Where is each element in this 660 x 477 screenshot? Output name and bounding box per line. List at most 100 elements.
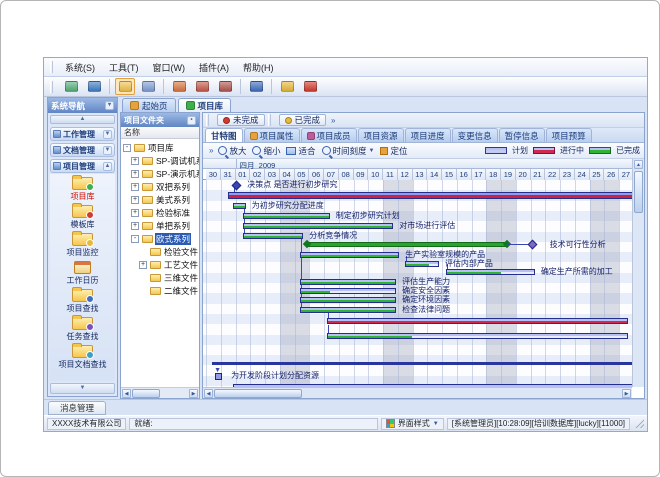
sidebar-scroll-down[interactable]: ▼ xyxy=(50,383,115,394)
mail-button[interactable] xyxy=(169,78,189,95)
gantt-bar[interactable] xyxy=(300,252,399,258)
filter-grip-handle[interactable] xyxy=(206,114,209,126)
sidebar-item[interactable]: 项目监控 xyxy=(67,233,99,258)
tab-content[interactable]: 项目属性 xyxy=(244,128,300,142)
tab-content[interactable]: 变更信息 xyxy=(452,128,498,142)
pin-icon[interactable]: • xyxy=(187,116,196,125)
tree-item[interactable]: +双把系列 xyxy=(123,180,199,193)
gantt-milestone-square[interactable] xyxy=(215,373,222,380)
scrollbar-thumb[interactable] xyxy=(132,389,160,398)
sidebar-item[interactable]: 工作日历 xyxy=(67,261,99,286)
sidebar-group-0[interactable]: 工作管理▼ xyxy=(50,127,115,141)
sidebar-item[interactable]: 任务查找 xyxy=(67,317,99,342)
gantt-bar[interactable] xyxy=(228,192,632,199)
gantt-bar[interactable] xyxy=(300,297,396,303)
sidebar-item[interactable]: 项目库 xyxy=(71,177,95,202)
tree-item[interactable]: +SP-调试机系 xyxy=(123,154,199,167)
gantt-bar[interactable] xyxy=(300,279,396,285)
menu-item[interactable]: 帮助(H) xyxy=(236,61,281,75)
tree-item[interactable]: +工艺文件 xyxy=(123,258,199,271)
tree-item[interactable]: 二维文件 xyxy=(123,284,199,297)
scroll-up-icon[interactable]: ▲ xyxy=(634,160,643,169)
expand-icon[interactable]: + xyxy=(131,209,139,217)
scrollbar-thumb[interactable] xyxy=(214,389,302,398)
gantt-bar[interactable] xyxy=(300,307,396,313)
tree-item[interactable]: +美式系列 xyxy=(123,193,199,206)
fit-button[interactable]: 适合 xyxy=(286,145,315,157)
gantt-bar[interactable] xyxy=(446,269,535,275)
folder-button[interactable] xyxy=(115,78,135,95)
tree-column-header[interactable]: 名称 xyxy=(121,127,199,139)
tab-content[interactable]: 项目预算 xyxy=(546,128,592,142)
collapse-icon[interactable]: - xyxy=(131,235,139,243)
tree-item[interactable]: +SP-演示机系 xyxy=(123,167,199,180)
locate-button[interactable]: 定位 xyxy=(380,145,407,157)
gantt-bar[interactable] xyxy=(327,318,628,324)
expand-icon[interactable]: + xyxy=(131,157,139,165)
expand-icon[interactable]: + xyxy=(131,170,139,178)
gantt-bar[interactable] xyxy=(300,288,396,294)
mail-report-button[interactable] xyxy=(192,78,212,95)
sidebar-item[interactable]: 模板库 xyxy=(71,205,95,230)
zoom-in-button[interactable]: 放大 xyxy=(218,145,246,157)
gantt-horizontal-scrollbar[interactable]: ◀ ▶ xyxy=(203,387,632,398)
filter-button[interactable]: 未完成 xyxy=(217,114,265,126)
filter-overflow-chevron[interactable]: » xyxy=(331,116,335,125)
tab-gantt[interactable]: 甘特图 xyxy=(205,128,243,142)
gantt-summary-bar[interactable] xyxy=(306,242,508,247)
tab-content[interactable]: 项目资源 xyxy=(358,128,404,142)
menu-grip-handle[interactable] xyxy=(50,61,53,73)
tree-item[interactable]: -欧式系列 xyxy=(123,232,199,245)
expand-icon[interactable]: + xyxy=(131,183,139,191)
tree-item[interactable]: +单把系列 xyxy=(123,219,199,232)
gantt-bar[interactable] xyxy=(243,233,303,239)
tree-horizontal-scrollbar[interactable]: ◀ ▶ xyxy=(121,387,199,398)
sidebar-item[interactable]: 项目文档查找 xyxy=(59,345,107,370)
sidebar-menu-icon[interactable]: ▾ xyxy=(105,101,114,110)
sidebar-group-1[interactable]: 文档管理▼ xyxy=(50,143,115,157)
menu-item[interactable]: 系统(S) xyxy=(58,61,102,75)
sidebar-group-2[interactable]: 项目管理▲ xyxy=(50,159,115,173)
tree-item[interactable]: 检验文件 xyxy=(123,245,199,258)
view-tab[interactable]: 起始页 xyxy=(122,98,176,112)
tab-content[interactable]: 项目进度 xyxy=(405,128,451,142)
scroll-left-icon[interactable]: ◀ xyxy=(204,389,213,398)
computer-button[interactable] xyxy=(61,78,81,95)
scroll-right-icon[interactable]: ▶ xyxy=(622,389,631,398)
mail-send-button[interactable] xyxy=(215,78,235,95)
power-button[interactable] xyxy=(300,78,320,95)
toolbar-overflow-chevron[interactable]: » xyxy=(209,146,213,155)
toolbar-grip-handle[interactable] xyxy=(50,81,53,93)
gantt-bar[interactable] xyxy=(327,333,628,339)
gantt-bar[interactable] xyxy=(233,203,246,209)
tree-item[interactable]: +检验标准 xyxy=(123,206,199,219)
sidebar-item[interactable]: 项目查找 xyxy=(67,289,99,314)
sidebar-collapse-button[interactable]: ▲ xyxy=(50,115,115,124)
menu-item[interactable]: 窗口(W) xyxy=(146,61,193,75)
chevron-up-icon[interactable]: ▲ xyxy=(103,162,112,171)
expand-icon[interactable]: + xyxy=(131,196,139,204)
tab-content[interactable]: 暂停信息 xyxy=(499,128,545,142)
zoom-out-button[interactable]: 缩小 xyxy=(252,145,280,157)
tree-item[interactable]: -项目库 xyxy=(123,141,199,154)
filter-button[interactable]: 已完成 xyxy=(279,114,327,126)
expand-icon[interactable]: + xyxy=(139,261,147,269)
tab-message-manager[interactable]: 消息管理 xyxy=(48,401,106,415)
tree-item[interactable]: 三维文件 xyxy=(123,271,199,284)
view-tab[interactable]: 项目库 xyxy=(178,98,232,112)
gantt-bar[interactable] xyxy=(243,213,330,219)
expand-icon[interactable]: + xyxy=(131,222,139,230)
menu-item[interactable]: 插件(A) xyxy=(192,61,236,75)
collapse-icon[interactable]: - xyxy=(123,144,131,152)
lock-button[interactable] xyxy=(277,78,297,95)
help-button[interactable] xyxy=(246,78,266,95)
scroll-left-icon[interactable]: ◀ xyxy=(122,389,131,398)
gantt-bar[interactable] xyxy=(243,223,393,229)
scrollbar-thumb[interactable] xyxy=(634,171,643,213)
gantt-bar[interactable] xyxy=(405,261,439,267)
chevron-down-icon[interactable]: ▼ xyxy=(103,146,112,155)
menu-item[interactable]: 工具(T) xyxy=(102,61,146,75)
filter-grip-handle[interactable] xyxy=(268,114,271,126)
ui-style-button[interactable]: 界面样式 ▼ xyxy=(381,418,444,430)
gantt-vertical-scrollbar[interactable]: ▲ xyxy=(632,159,644,387)
